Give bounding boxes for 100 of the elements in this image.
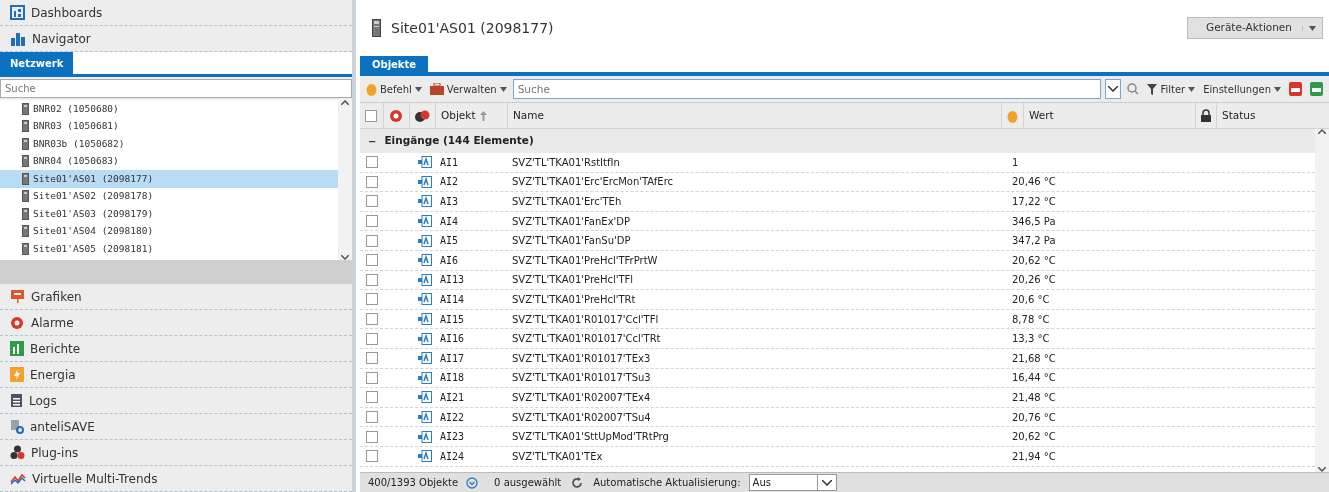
device-icon (22, 155, 29, 168)
command-menu[interactable]: Befehl (364, 81, 424, 97)
tree-item[interactable]: BNR02 (1050680) (0, 100, 338, 118)
row-checkbox[interactable] (366, 411, 378, 423)
select-all-checkbox[interactable] (365, 109, 377, 122)
row-checkbox[interactable] (366, 175, 378, 188)
table-cell-text: 346,5 Pa (1012, 214, 1057, 229)
tree-item[interactable]: BNR03b (1050682) (0, 135, 338, 153)
mode-icon (415, 108, 430, 123)
table-cell-text: AI1 (440, 155, 460, 170)
tree-item[interactable]: Site01'AS05 (2098181) (0, 240, 338, 258)
table-cell-text: 20,46 °C (1012, 175, 1057, 190)
chevron-up-icon (341, 100, 349, 105)
dropdown-toggle[interactable] (1105, 79, 1122, 99)
table-cell-text: SVZ'TL'TKA01'PreHcl'TRt (512, 292, 637, 307)
row-checkbox[interactable] (366, 156, 378, 169)
row-checkbox[interactable] (366, 195, 378, 208)
column-header[interactable]: Name (508, 103, 1002, 128)
tree-item[interactable]: Site01'AS04 (2098180) (0, 222, 338, 240)
bar-chart-icon (10, 341, 24, 356)
auto-refresh-select[interactable]: Aus (748, 474, 837, 491)
sidebar-label: Navigator (32, 30, 91, 48)
scrollbar[interactable] (1315, 129, 1329, 472)
sidebar-label: Virtuelle Multi-Trends (32, 470, 158, 488)
row-checkbox[interactable] (366, 293, 378, 306)
analog-input-icon (418, 195, 432, 208)
tree-item[interactable]: BNR03 (1050681) (0, 117, 338, 135)
row-checkbox[interactable] (366, 234, 378, 247)
tree-item[interactable]: Site01'AS01 (2098177) (0, 170, 338, 188)
table-cell-text: SVZ'TL'TKA01'R02007'TEx4 (512, 390, 652, 405)
export-button[interactable] (1308, 82, 1325, 96)
row-checkbox[interactable] (366, 215, 378, 228)
caret-icon (499, 86, 507, 92)
trend-lines-icon (10, 472, 26, 485)
table-cell-text: 21,68 °C (1012, 351, 1057, 366)
sidebar-label: anteliSAVE (30, 418, 95, 436)
table-cell-text: SVZ'TL'TKA01'PreHcl'TFrPrtW (512, 253, 659, 268)
tree-item[interactable]: BNR04 (1050683) (0, 152, 338, 170)
device-icon (22, 225, 29, 238)
column-header[interactable]: Objekt (436, 103, 508, 128)
analog-input-icon (418, 293, 432, 306)
tree-item[interactable]: Site01'AS03 (2098179) (0, 205, 338, 223)
settings-menu[interactable]: Einstellungen (1201, 81, 1283, 97)
presentation-icon (10, 289, 25, 304)
chevron-down-icon (1318, 467, 1326, 472)
tree-label: Site01'AS05 (2098181) (33, 241, 154, 256)
tree-label: BNR03 (1050681) (33, 119, 119, 134)
row-checkbox[interactable] (366, 352, 378, 365)
column-header[interactable]: Wert (1024, 103, 1196, 128)
analog-input-icon (418, 273, 432, 286)
column-header[interactable]: Status (1217, 103, 1329, 128)
row-checkbox[interactable] (366, 430, 378, 443)
tree-label: Site01'AS01 (2098177) (33, 171, 154, 186)
table-cell-text: AI18 (440, 371, 466, 386)
device-title: Site01'AS01 (2098177) (391, 18, 555, 38)
table-cell-text: SVZ'TL'TKA01'Erc'TEh (512, 195, 623, 209)
row-checkbox[interactable] (366, 371, 378, 384)
search-field[interactable]: Suche (512, 79, 1102, 99)
table-cell-text: 347,2 Pa (1012, 234, 1057, 249)
analog-input-icon (418, 175, 432, 188)
export-button[interactable] (1287, 82, 1304, 96)
sidebar-label: Logs (29, 392, 57, 410)
tab[interactable]: Objekte (360, 56, 429, 72)
table-cell-text: SVZ'TL'TKA01'RstItfIn (512, 155, 621, 170)
tree-label: Site01'AS02 (2098178) (33, 189, 154, 204)
table-cell-text: AI16 (440, 332, 466, 347)
row-checkbox[interactable] (366, 391, 378, 404)
sidebar-label: Plug-ins (31, 444, 79, 462)
table-cell-text: 16,44 °C (1012, 371, 1057, 386)
search-field[interactable]: Suche (0, 79, 352, 98)
table-cell-text: AI17 (440, 351, 466, 366)
device-actions-button[interactable]: Geräte-Aktionen (1187, 17, 1323, 39)
manage-menu[interactable]: Verwalten (427, 81, 509, 97)
row-checkbox[interactable] (366, 332, 378, 345)
collapse-toggle[interactable]: − (366, 133, 379, 149)
dashboard-icon (10, 5, 25, 20)
row-checkbox[interactable] (366, 273, 378, 286)
caret-icon (1188, 86, 1196, 92)
sidebar-label: Energia (30, 366, 76, 384)
table-cell-text: 20,26 °C (1012, 273, 1057, 288)
analog-input-icon (418, 254, 432, 267)
row-checkbox[interactable] (366, 254, 378, 267)
filter-menu[interactable]: Filter (1145, 81, 1198, 97)
tab[interactable]: Netzwerk (0, 52, 74, 74)
analog-input-icon (418, 313, 432, 326)
device-icon (22, 172, 29, 185)
briefcase-icon (429, 83, 444, 95)
device-icon (22, 242, 29, 255)
table-cell-text: SVZ'TL'TKA01'R02007'TSu4 (512, 410, 652, 425)
scrollbar[interactable] (338, 100, 352, 260)
tree-item[interactable]: Site01'AS02 (2098178) (0, 187, 338, 205)
row-checkbox[interactable] (366, 450, 378, 463)
chevron-circle-icon (466, 476, 479, 489)
row-checkbox[interactable] (366, 313, 378, 326)
caret-icon (1274, 86, 1281, 92)
device-icon (22, 120, 29, 133)
device-icon (22, 207, 29, 220)
analog-input-icon (418, 391, 432, 404)
table-cell-text: AI22 (440, 410, 466, 425)
table-cell-text: SVZ'TL'TKA01'TEx (512, 449, 604, 464)
